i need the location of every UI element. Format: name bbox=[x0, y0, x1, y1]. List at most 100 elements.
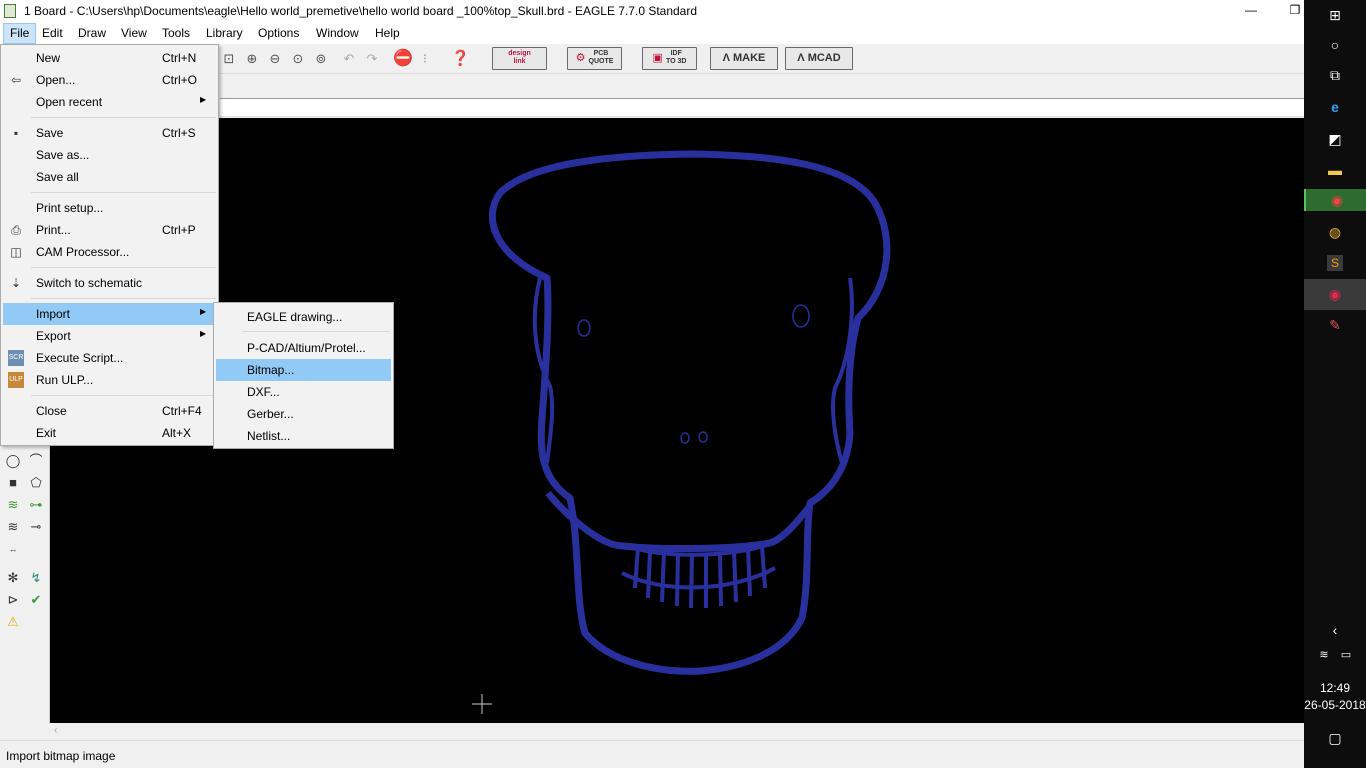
make-button[interactable]: Λ MAKE bbox=[710, 47, 778, 70]
undo-icon[interactable]: ↶ bbox=[341, 51, 357, 67]
layer-tool-icon[interactable]: ≋ bbox=[5, 497, 21, 513]
status-bar: Import bitmap image bbox=[0, 740, 1304, 768]
file-menu-print-setup[interactable]: Print setup... bbox=[3, 197, 216, 219]
menu-tools[interactable]: Tools bbox=[156, 23, 196, 44]
wifi-icon: ≋ bbox=[1319, 649, 1329, 661]
cam-icon: ◫ bbox=[10, 245, 22, 259]
ripup-tool-icon[interactable]: ⊳ bbox=[5, 592, 21, 608]
network-battery-tray[interactable]: ≋ ▭ bbox=[1304, 640, 1366, 671]
menu-help[interactable]: Help bbox=[369, 23, 406, 44]
start-button[interactable]: ⊞ bbox=[1304, 0, 1366, 31]
file-menu-save-all[interactable]: Save all bbox=[3, 166, 216, 188]
ratsnest-tool-icon[interactable]: ✻ bbox=[5, 570, 21, 586]
menu-item-label: Close bbox=[36, 404, 67, 418]
battery-icon: ▭ bbox=[1340, 649, 1352, 661]
menu-window[interactable]: Window bbox=[310, 23, 365, 44]
stop-icon[interactable]: ⛔ bbox=[393, 51, 413, 67]
menu-view[interactable]: View bbox=[115, 23, 153, 44]
arc-tool-icon[interactable]: ⌒ bbox=[28, 453, 44, 469]
minimize-button[interactable]: — bbox=[1228, 0, 1274, 23]
taskbar-app-red[interactable]: ◉ bbox=[1304, 279, 1366, 310]
import-bitmap[interactable]: Bitmap... bbox=[216, 359, 391, 381]
submenu-item-label: EAGLE drawing... bbox=[247, 310, 343, 324]
file-menu-execute-script[interactable]: SCR Execute Script... bbox=[3, 347, 216, 369]
file-menu-open-recent[interactable]: Open recent ▶ bbox=[3, 91, 216, 113]
file-menu-export[interactable]: Export ▶ bbox=[3, 325, 216, 347]
cortana-button[interactable]: ○ bbox=[1304, 30, 1366, 61]
signal-tool-icon[interactable]: ⊸ bbox=[28, 519, 44, 535]
zoom-select-icon[interactable]: ⊚ bbox=[313, 51, 329, 67]
file-menu-dropdown: New Ctrl+N ⇦ Open... Ctrl+O Open recent … bbox=[0, 44, 219, 446]
file-menu-import[interactable]: Import ▶ bbox=[3, 303, 216, 325]
chevron-left-icon: ‹ bbox=[1332, 622, 1338, 638]
zoom-fit-icon[interactable]: ⊡ bbox=[221, 51, 237, 67]
skull-lower-teeth bbox=[621, 566, 776, 590]
file-menu-print[interactable]: ⎙ Print... Ctrl+P bbox=[3, 219, 216, 241]
menu-item-label: CAM Processor... bbox=[36, 245, 130, 259]
taskbar-file-explorer[interactable]: ▬ bbox=[1304, 155, 1366, 186]
help-icon[interactable]: ❓ bbox=[451, 51, 470, 67]
file-menu-run-ulp[interactable]: ULP Run ULP... bbox=[3, 369, 216, 391]
pcb-quote-button[interactable]: ⚙ PCB QUOTE bbox=[567, 47, 622, 70]
windows-taskbar: ⊞ ○ ⧉ e ◩ ▬ ◉ ◍ S ◉ ✎ ‹ ≋ ▭ 12:49 26-05-2… bbox=[1304, 0, 1366, 768]
import-dxf[interactable]: DXF... bbox=[216, 381, 391, 403]
pcb-quote-label-1: PCB bbox=[593, 50, 609, 58]
menu-item-shortcut: Ctrl+P bbox=[162, 223, 196, 237]
file-menu-switch-to-schematic[interactable]: ⇣ Switch to schematic bbox=[3, 272, 216, 294]
rect-tool-icon[interactable]: ■ bbox=[5, 475, 21, 491]
menu-draw[interactable]: Draw bbox=[72, 23, 112, 44]
redo-icon[interactable]: ↷ bbox=[364, 51, 380, 67]
go-icon[interactable]: ⁝ bbox=[417, 51, 433, 67]
import-netlist[interactable]: Netlist... bbox=[216, 425, 391, 447]
taskbar-paint[interactable]: ✎ bbox=[1304, 310, 1366, 341]
menu-item-label: Run ULP... bbox=[36, 373, 94, 387]
import-eagle-drawing[interactable]: EAGLE drawing... bbox=[216, 306, 391, 328]
design-link-button[interactable]: design link bbox=[492, 47, 547, 70]
taskbar-sublime[interactable]: S bbox=[1304, 248, 1366, 279]
menu-file[interactable]: File bbox=[3, 23, 37, 44]
file-menu-save[interactable]: ▪ Save Ctrl+S bbox=[3, 122, 216, 144]
scroll-left-icon[interactable]: ‹ bbox=[54, 725, 57, 736]
autorouter-icon[interactable]: ↯ bbox=[28, 570, 44, 586]
mcad-button[interactable]: Λ MCAD bbox=[785, 47, 853, 70]
taskbar-store[interactable]: ◩ bbox=[1304, 124, 1366, 155]
file-menu-exit[interactable]: Exit Alt+X bbox=[3, 422, 216, 444]
dimension-tool-icon[interactable]: ↔ bbox=[5, 541, 21, 557]
skull-nose-right bbox=[698, 431, 708, 443]
taskbar-edge[interactable]: e bbox=[1304, 92, 1366, 123]
polygon-tool-icon[interactable]: ⬠ bbox=[28, 475, 44, 491]
menu-options[interactable]: Options bbox=[252, 23, 305, 44]
menu-item-label: Switch to schematic bbox=[36, 276, 143, 290]
menu-item-label: Save as... bbox=[36, 148, 90, 162]
command-line-input[interactable] bbox=[220, 98, 1304, 117]
horizontal-scrollbar[interactable]: ‹ bbox=[50, 723, 1304, 740]
sublime-icon: S bbox=[1327, 255, 1343, 271]
file-menu-new[interactable]: New Ctrl+N bbox=[3, 47, 216, 69]
chrome-icon: ◍ bbox=[1328, 224, 1342, 240]
import-gerber[interactable]: Gerber... bbox=[216, 403, 391, 425]
zoom-in-icon[interactable]: ⊕ bbox=[244, 51, 260, 67]
file-menu-close[interactable]: Close Ctrl+F4 bbox=[3, 400, 216, 422]
system-clock[interactable]: 12:49 26-05-2018 bbox=[1304, 680, 1366, 714]
drc-tool-icon[interactable]: ✔ bbox=[28, 592, 44, 608]
file-menu-save-as[interactable]: Save as... bbox=[3, 144, 216, 166]
file-menu-open[interactable]: ⇦ Open... Ctrl+O bbox=[3, 69, 216, 91]
menu-item-shortcut: Ctrl+N bbox=[162, 51, 197, 65]
menu-item-label: Import bbox=[36, 307, 71, 321]
import-pcad-altium-protel[interactable]: P-CAD/Altium/Protel... bbox=[216, 337, 391, 359]
zoom-redraw-icon[interactable]: ⊙ bbox=[290, 51, 306, 67]
action-center-button[interactable]: ▢ bbox=[1304, 723, 1366, 754]
zoom-out-icon[interactable]: ⊖ bbox=[267, 51, 283, 67]
route-tool-icon[interactable]: ⊶ bbox=[28, 497, 44, 513]
taskbar-eagle[interactable]: ◉ bbox=[1304, 189, 1366, 211]
idf-to-3d-button[interactable]: ▣ IDF TO 3D bbox=[642, 47, 697, 70]
errors-warning-icon[interactable]: ⚠ bbox=[5, 614, 21, 630]
via-tool-icon[interactable]: ≋ bbox=[5, 519, 21, 535]
task-view-button[interactable]: ⧉ bbox=[1304, 60, 1366, 91]
file-menu-cam-processor[interactable]: ◫ CAM Processor... bbox=[3, 241, 216, 263]
taskbar-chrome[interactable]: ◍ bbox=[1304, 217, 1366, 248]
circle-tool-icon[interactable]: ◯ bbox=[5, 453, 21, 469]
menu-edit[interactable]: Edit bbox=[36, 23, 69, 44]
menu-library[interactable]: Library bbox=[200, 23, 249, 44]
folder-icon: ▬ bbox=[1328, 162, 1342, 178]
